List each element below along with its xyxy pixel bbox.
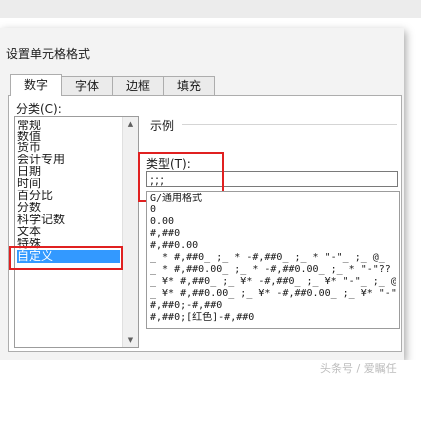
tab-number[interactable]: 数字 [10,74,63,96]
category-item-fraction[interactable]: 分数 [17,202,120,213]
tab-border[interactable]: 边框 [112,76,165,96]
dialog-title: 设置单元格格式 [6,47,91,61]
category-item-scientific[interactable]: 科学记数 [17,214,120,225]
category-item-time[interactable]: 时间 [17,178,120,189]
tab-strip: 数字 字体 边框 填充 [10,74,216,96]
format-item[interactable]: 0.00 [150,216,396,227]
format-item[interactable]: 0 [150,204,396,215]
background-top [0,0,421,18]
format-item[interactable]: #,##0;[红色]-#,##0 [150,312,396,323]
category-item-general[interactable]: 常规 [17,120,120,131]
sample-label: 示例 [150,119,175,133]
scroll-down-arrow-icon[interactable]: ▼ [123,333,138,347]
highlight-box-custom [9,246,123,270]
format-item[interactable]: _ ¥* #,##0.00_ ;_ ¥* -#,##0.00_ ;_ ¥* "-… [150,288,396,299]
category-item-percentage[interactable]: 百分比 [17,190,120,201]
category-scrollbar[interactable]: ▲ ▼ [122,117,138,347]
format-item[interactable]: _ * #,##0_ ;_ * -#,##0_ ;_ * "-"_ ;_ @_ [150,252,396,263]
category-item-date[interactable]: 日期 [17,166,120,177]
format-item[interactable]: _ * #,##0.00_ ;_ * -#,##0.00_ ;_ * "-"?? [150,264,396,275]
category-item-number[interactable]: 数值 [17,131,120,142]
format-item[interactable]: G/通用格式 [150,193,396,204]
scroll-up-arrow-icon[interactable]: ▲ [123,117,138,131]
format-code-list[interactable]: G/通用格式 0 0.00 #,##0 #,##0.00 _ * #,##0_ … [146,191,400,329]
format-item[interactable]: #,##0 [150,228,396,239]
format-item[interactable]: #,##0;-#,##0 [150,300,396,311]
category-list[interactable]: 常规 数值 货币 会计专用 日期 时间 百分比 分数 科学记数 文本 特殊 自定… [14,116,139,348]
tab-fill[interactable]: 填充 [163,76,216,96]
category-item-text[interactable]: 文本 [17,226,120,237]
sample-divider [182,124,397,125]
tab-font[interactable]: 字体 [61,76,114,96]
format-item[interactable]: #,##0.00 [150,240,396,251]
watermark: 头条号 / 爱瞩任 [320,362,397,375]
format-item[interactable]: _ ¥* #,##0_ ;_ ¥* -#,##0_ ;_ ¥* "-"_ ;_ … [150,276,396,287]
category-label: 分类(C): [16,102,62,116]
category-item-accounting[interactable]: 会计专用 [17,154,120,165]
category-item-currency[interactable]: 货币 [17,142,120,153]
